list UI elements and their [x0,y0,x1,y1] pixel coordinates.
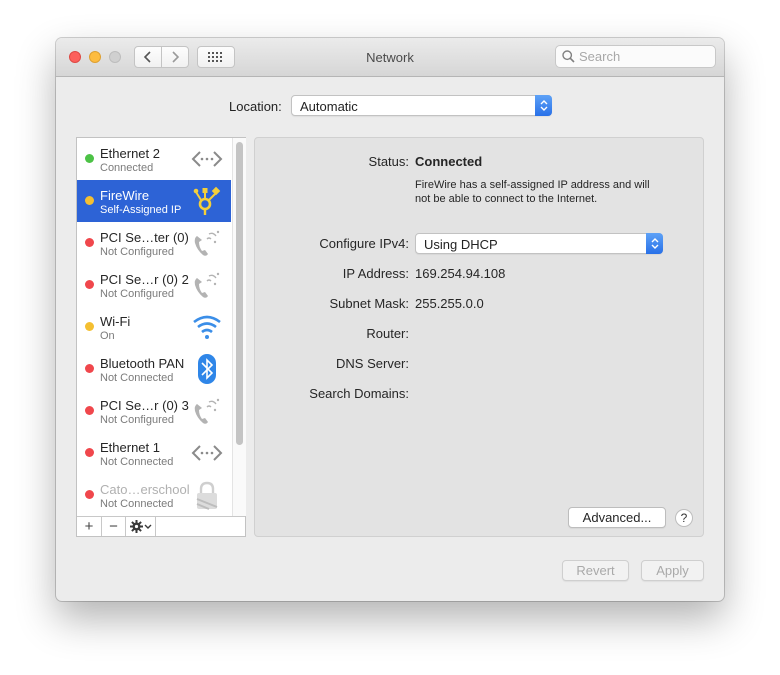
router-label: Router: [366,326,409,341]
ethernet-icon [191,151,223,167]
status-dot [85,280,94,289]
status-dot [85,322,94,331]
location-value: Automatic [300,99,358,114]
ethernet-icon [191,445,223,461]
service-name: PCI Se…r (0) 2 [100,272,189,287]
service-item-pci-serial-0-2[interactable]: PCI Se…r (0) 2 Not Configured [77,264,231,306]
service-item-firewire[interactable]: FireWire Self-Assigned IP [77,180,231,222]
firewire-icon [193,186,221,215]
configure-ipv4-value: Using DHCP [424,237,498,252]
ip-address-value: 169.254.94.108 [415,266,506,281]
phone-icon [194,230,220,256]
search-input[interactable] [579,49,709,64]
status-dot [85,238,94,247]
up-down-arrows-icon [651,238,658,249]
service-status: Not Connected [100,456,174,468]
service-item-cato-vpn[interactable]: Cato…erschool Not Connected [77,474,231,516]
apply-button[interactable]: Apply [641,560,704,581]
wifi-icon [193,315,221,339]
service-status: Not Configured [100,288,174,300]
configure-ipv4-label: Configure IPv4: [319,236,409,251]
status-dot [85,154,94,163]
gear-icon [129,520,151,533]
scrollbar-thumb[interactable] [236,142,243,445]
vpn-lock-icon [196,481,218,510]
service-detail-panel: Status: Connected FireWire has a self-as… [254,137,704,537]
action-menu-button[interactable] [126,517,156,536]
service-item-pci-serial-0-3[interactable]: PCI Se…r (0) 3 Not Configured [77,390,231,432]
search-icon [562,50,575,63]
service-status: Connected [100,162,154,174]
configure-ipv4-popup[interactable]: Using DHCP [415,233,663,254]
search-field[interactable] [555,45,716,68]
service-name: Wi-Fi [100,314,131,329]
service-item-pci-serial-0[interactable]: PCI Se…ter (0) Not Configured [77,222,231,264]
service-status: Not Configured [100,414,174,426]
status-label: Status: [368,154,409,169]
service-list-scrollbar[interactable] [232,138,246,516]
status-value: Connected [415,154,483,169]
status-dot [85,448,94,457]
status-dot [85,196,94,205]
phone-icon [194,272,220,298]
service-item-ethernet-1[interactable]: Ethernet 1 Not Connected [77,432,231,474]
search-domains-label: Search Domains: [309,386,409,401]
status-dot [85,364,94,373]
configure-ipv4-stepper [646,233,663,254]
location-popup[interactable]: Automatic [291,95,552,116]
service-sidebar: Ethernet 2 Connected FireWire Self-Assig… [76,137,246,537]
up-down-arrows-icon [540,100,547,111]
dns-server-label: DNS Server: [336,356,409,371]
ip-address-label: IP Address: [342,266,409,281]
add-service-button[interactable]: + [77,517,102,536]
service-item-bluetooth-pan[interactable]: Bluetooth PAN Not Connected [77,348,231,390]
service-item-wifi[interactable]: Wi-Fi On [77,306,231,348]
service-list[interactable]: Ethernet 2 Connected FireWire Self-Assig… [77,138,231,516]
service-name: Bluetooth PAN [100,356,185,371]
bluetooth-icon [198,354,216,384]
location-stepper [535,95,552,116]
service-name: Cato…erschool [100,482,190,497]
status-dot [85,490,94,499]
status-description: FireWire has a self-assigned IP address … [415,179,650,205]
subnet-mask-label: Subnet Mask: [329,296,410,311]
network-preferences-window: Network Location: Automatic Ethernet 2 C… [56,38,724,601]
phone-icon [194,398,220,424]
service-status: On [100,330,115,342]
service-name: PCI Se…ter (0) [100,230,189,245]
chevron-down-icon [144,524,151,529]
title-bar: Network [56,38,724,77]
service-name: FireWire [100,188,150,203]
service-status: Not Configured [100,246,174,258]
revert-button[interactable]: Revert [562,560,629,581]
advanced-button[interactable]: Advanced... [568,507,666,528]
service-status: Self-Assigned IP [100,204,182,216]
service-name: Ethernet 1 [100,440,160,455]
help-button[interactable]: ? [675,509,693,527]
subnet-mask-value: 255.255.0.0 [415,296,484,311]
status-dot [85,406,94,415]
service-item-ethernet-2[interactable]: Ethernet 2 Connected [77,138,231,180]
service-status: Not Connected [100,372,174,384]
sidebar-toolbar: + − [77,516,245,536]
service-name: PCI Se…r (0) 3 [100,398,189,413]
location-label: Location: [229,99,282,114]
service-name: Ethernet 2 [100,146,160,161]
service-status: Not Connected [100,498,174,510]
remove-service-button[interactable]: − [102,517,126,536]
